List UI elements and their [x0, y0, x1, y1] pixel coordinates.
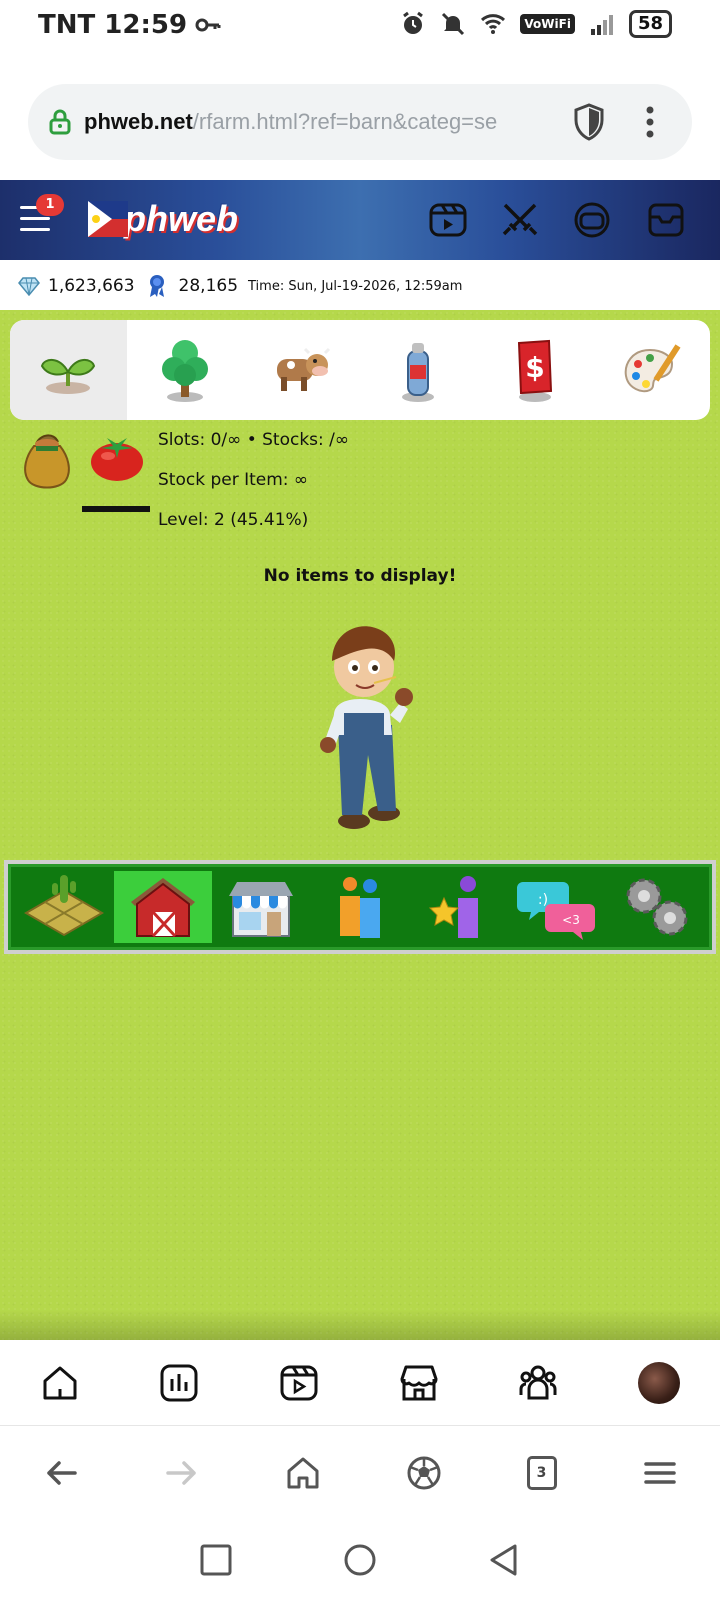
- site-logo[interactable]: phweb: [88, 198, 238, 240]
- nav-barn[interactable]: [113, 871, 213, 943]
- battery-indicator: 58: [628, 10, 672, 38]
- app-nav-bar: [0, 1340, 720, 1426]
- lock-icon: [49, 109, 71, 135]
- tab-products[interactable]: [360, 320, 477, 420]
- chat-bubbles-icon: :) <3: [517, 882, 596, 940]
- nav-settings[interactable]: [606, 871, 705, 943]
- signal-icon: [590, 15, 613, 35]
- shield-icon[interactable]: [572, 102, 606, 142]
- gears-icon: [626, 878, 688, 936]
- swords-icon[interactable]: [500, 200, 540, 240]
- tab-money[interactable]: $: [477, 320, 594, 420]
- philippine-flag-icon: [88, 201, 128, 237]
- profile-avatar[interactable]: [638, 1361, 681, 1404]
- slots-text: Slots: 0/∞: [158, 430, 242, 450]
- more-menu-icon[interactable]: [646, 106, 654, 138]
- people-icon: [340, 877, 381, 938]
- carrier-time: TNT 12:59: [38, 10, 188, 40]
- back-triangle-icon[interactable]: [487, 1543, 521, 1577]
- url-domain: phweb.net: [84, 109, 193, 134]
- wifi-icon: [481, 14, 506, 34]
- ribbon-award-icon: [149, 275, 164, 297]
- browser-nav-bar: 3: [0, 1428, 720, 1518]
- game-bottom-shade: [0, 1310, 720, 1340]
- svg-text:$: $: [525, 351, 544, 384]
- status-right: VoWiFi 58: [400, 10, 672, 38]
- stock-per-item-text: Stock per Item: ∞: [158, 470, 309, 490]
- tab-seeds[interactable]: [10, 320, 127, 420]
- inbox-icon[interactable]: [646, 200, 686, 240]
- game-area: $ Slots: 0/∞ • Stocks: /∞ Stock per Item…: [0, 310, 720, 1340]
- nav-farm[interactable]: [15, 871, 114, 943]
- diamond-icon: [18, 277, 40, 296]
- tab-animals[interactable]: [243, 320, 360, 420]
- seed-bag-icon: [24, 434, 70, 489]
- selected-underline: [82, 506, 150, 512]
- empty-message: No items to display!: [263, 566, 457, 586]
- star-person-icon: [428, 876, 478, 938]
- bullet-separator: •: [246, 430, 263, 450]
- site-header: 1 phweb: [0, 180, 720, 260]
- groups-icon[interactable]: [518, 1363, 558, 1403]
- sprout-icon: [41, 359, 96, 394]
- url-bar[interactable]: phweb.net/rfarm.html?ref=barn&categ=se: [28, 84, 692, 160]
- barn-icon: [130, 878, 195, 938]
- tab-trees[interactable]: [127, 320, 244, 420]
- ribbon-count: 28,165: [178, 276, 239, 296]
- nav-achievements[interactable]: [409, 871, 508, 943]
- status-left: TNT 12:59: [38, 10, 221, 40]
- soccer-ball-icon[interactable]: [406, 1455, 442, 1491]
- recents-square-icon[interactable]: [199, 1543, 233, 1577]
- status-bar: TNT 12:59 VoWiFi 58: [0, 0, 720, 56]
- dollar-card-icon: $: [517, 339, 553, 402]
- palette-icon: [624, 344, 681, 393]
- forward-arrow-icon[interactable]: [164, 1455, 200, 1491]
- farm-plot-icon: [24, 875, 105, 937]
- tabs-count-button[interactable]: 3: [526, 1456, 557, 1490]
- store-icon[interactable]: [399, 1363, 439, 1403]
- vowifi-badge: VoWiFi: [520, 14, 575, 34]
- nav-shop[interactable]: [212, 871, 311, 943]
- nav-neighbors[interactable]: [311, 871, 410, 943]
- reels-icon[interactable]: [428, 200, 468, 240]
- game-bottom-nav: :) <3: [4, 860, 716, 954]
- logo-text: phweb: [124, 198, 238, 239]
- gamepad-icon[interactable]: [572, 200, 612, 240]
- tomato-icon: [91, 438, 143, 481]
- level-text: Level: 2 (45.41%): [158, 510, 309, 530]
- slots-stocks-line: Slots: 0/∞ • Stocks: /∞: [158, 430, 349, 450]
- game-bottom-nav-inner: :) <3: [8, 864, 712, 950]
- hamburger-menu-icon[interactable]: [642, 1455, 678, 1491]
- nav-chat[interactable]: :) <3: [508, 871, 607, 943]
- home-circle-icon[interactable]: [343, 1543, 377, 1577]
- back-arrow-icon[interactable]: [43, 1455, 79, 1491]
- svg-text:<3: <3: [562, 913, 580, 927]
- home-icon[interactable]: [40, 1363, 80, 1403]
- tab-decorations[interactable]: [593, 320, 710, 420]
- currency-row: 1,623,663 28,165 Time: Sun, Jul-19-2026,…: [0, 262, 720, 310]
- bottle-icon: [402, 343, 435, 402]
- alarm-icon: [403, 11, 424, 34]
- muted-bell-icon: [442, 12, 465, 36]
- stats-icon[interactable]: [159, 1363, 199, 1403]
- stocks-text: Stocks: /∞: [262, 430, 350, 450]
- reels-icon[interactable]: [279, 1363, 319, 1403]
- system-nav-bar: [0, 1520, 720, 1600]
- notification-badge: 1: [36, 194, 64, 216]
- url-text[interactable]: phweb.net/rfarm.html?ref=barn&categ=se: [84, 109, 554, 135]
- farmer-character: [320, 626, 413, 829]
- cow-icon: [276, 347, 330, 391]
- key-icon: [195, 18, 221, 32]
- svg-text::): :): [538, 892, 548, 908]
- home-icon[interactable]: [285, 1455, 321, 1491]
- server-time: Time: Sun, Jul-19-2026, 12:59am: [248, 278, 463, 294]
- diamond-count: 1,623,663: [48, 276, 135, 296]
- category-tabs: $: [10, 320, 710, 420]
- tree-icon: [162, 340, 208, 402]
- shop-icon: [229, 882, 294, 937]
- url-path: /rfarm.html?ref=barn&categ=se: [192, 109, 498, 134]
